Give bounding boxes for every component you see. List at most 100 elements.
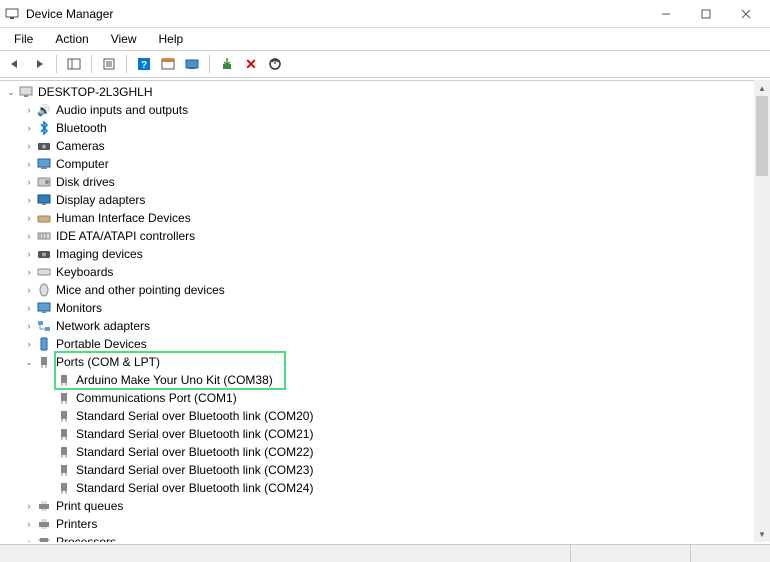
tree-category-printers[interactable]: › Printers (0, 515, 770, 533)
chevron-down-icon[interactable]: ⌄ (4, 85, 18, 99)
category-label: Disk drives (56, 175, 115, 189)
tree-category-printq[interactable]: › Print queues (0, 497, 770, 515)
statusbar (0, 544, 770, 562)
tree-category-ide[interactable]: › IDE ATA/ATAPI controllers (0, 227, 770, 245)
tree-category-network[interactable]: › Network adapters (0, 317, 770, 335)
tree-category-cameras[interactable]: › Cameras (0, 137, 770, 155)
statusbar-separator (570, 545, 690, 562)
port-icon (56, 409, 72, 423)
tree-device-bt22[interactable]: Standard Serial over Bluetooth link (COM… (0, 443, 770, 461)
printer-icon (36, 517, 52, 531)
chevron-right-icon[interactable]: › (22, 157, 36, 171)
device-label: Standard Serial over Bluetooth link (COM… (76, 445, 313, 459)
computer-icon (18, 85, 34, 99)
scroll-up-icon[interactable]: ▲ (754, 80, 770, 96)
chevron-right-icon[interactable]: › (22, 211, 36, 225)
tree-device-comm[interactable]: Communications Port (COM1) (0, 389, 770, 407)
printer-icon (36, 499, 52, 513)
chevron-right-icon[interactable]: › (22, 499, 36, 513)
tree-device-bt20[interactable]: Standard Serial over Bluetooth link (COM… (0, 407, 770, 425)
scroll-down-icon[interactable]: ▼ (754, 526, 770, 542)
tree-category-mice[interactable]: › Mice and other pointing devices (0, 281, 770, 299)
tree-category-display[interactable]: › Display adapters (0, 191, 770, 209)
tree-device-bt23[interactable]: Standard Serial over Bluetooth link (COM… (0, 461, 770, 479)
tree-root[interactable]: ⌄ DESKTOP-2L3GHLH (0, 83, 770, 101)
monitor-icon (36, 301, 52, 315)
tree-category-disk[interactable]: › Disk drives (0, 173, 770, 191)
chevron-down-icon[interactable]: ⌄ (22, 355, 36, 369)
device-tree[interactable]: ⌄ DESKTOP-2L3GHLH › 🔊 Audio inputs and o… (0, 80, 770, 542)
tree-root-label: DESKTOP-2L3GHLH (38, 85, 153, 99)
category-label: Display adapters (56, 193, 145, 207)
port-icon (56, 445, 72, 459)
maximize-button[interactable] (686, 2, 726, 26)
category-label: Print queues (56, 499, 123, 513)
chevron-right-icon[interactable]: › (22, 265, 36, 279)
close-button[interactable] (726, 2, 766, 26)
category-label: Monitors (56, 301, 102, 315)
tree-device-bt21[interactable]: Standard Serial over Bluetooth link (COM… (0, 425, 770, 443)
hid-icon (36, 211, 52, 225)
chevron-right-icon[interactable]: › (22, 319, 36, 333)
toolbar-separator (209, 55, 210, 73)
toolbar-separator (126, 55, 127, 73)
enable-button[interactable] (216, 53, 238, 75)
imaging-icon (36, 247, 52, 261)
show-hide-console-button[interactable] (63, 53, 85, 75)
chevron-right-icon[interactable]: › (22, 121, 36, 135)
update-driver-button[interactable] (264, 53, 286, 75)
category-label: Bluetooth (56, 121, 107, 135)
action-button[interactable] (157, 53, 179, 75)
chevron-right-icon[interactable]: › (22, 337, 36, 351)
tree-device-bt24[interactable]: Standard Serial over Bluetooth link (COM… (0, 479, 770, 497)
menu-view[interactable]: View (101, 30, 147, 48)
properties-button[interactable] (98, 53, 120, 75)
minimize-button[interactable] (646, 2, 686, 26)
tree-category-bluetooth[interactable]: › Bluetooth (0, 119, 770, 137)
chevron-right-icon[interactable]: › (22, 193, 36, 207)
chevron-right-icon[interactable]: › (22, 175, 36, 189)
toolbar: ? ✕ (0, 50, 770, 78)
chevron-right-icon[interactable]: › (22, 283, 36, 297)
chevron-right-icon[interactable]: › (22, 247, 36, 261)
category-label: Cameras (56, 139, 105, 153)
tree-category-computer[interactable]: › Computer (0, 155, 770, 173)
network-icon (36, 319, 52, 333)
mouse-icon (36, 283, 52, 297)
category-label: IDE ATA/ATAPI controllers (56, 229, 195, 243)
tree-category-imaging[interactable]: › Imaging devices (0, 245, 770, 263)
menu-help[interactable]: Help (149, 30, 194, 48)
tree-category-monitors[interactable]: › Monitors (0, 299, 770, 317)
chevron-right-icon[interactable]: › (22, 103, 36, 117)
tree-category-audio[interactable]: › 🔊 Audio inputs and outputs (0, 101, 770, 119)
chevron-right-icon[interactable]: › (22, 139, 36, 153)
toolbar-separator (91, 55, 92, 73)
svg-text:?: ? (141, 60, 147, 71)
category-label: Audio inputs and outputs (56, 103, 188, 117)
chevron-right-icon[interactable]: › (22, 301, 36, 315)
back-button[interactable] (4, 53, 26, 75)
vertical-scrollbar[interactable]: ▲ ▼ (754, 80, 770, 542)
display-icon (36, 193, 52, 207)
menubar: File Action View Help (0, 28, 770, 50)
chevron-right-icon[interactable]: › (22, 535, 36, 542)
toolbar-separator (56, 55, 57, 73)
chevron-right-icon[interactable]: › (22, 229, 36, 243)
category-label: Network adapters (56, 319, 150, 333)
uninstall-button[interactable]: ✕ (240, 53, 262, 75)
chevron-right-icon[interactable]: › (22, 517, 36, 531)
tree-category-hid[interactable]: › Human Interface Devices (0, 209, 770, 227)
help-button[interactable]: ? (133, 53, 155, 75)
menu-action[interactable]: Action (45, 30, 98, 48)
tree-category-processors[interactable]: › Processors (0, 533, 770, 542)
scan-hardware-button[interactable] (181, 53, 203, 75)
forward-button[interactable] (28, 53, 50, 75)
device-label: Communications Port (COM1) (76, 391, 237, 405)
disk-icon (36, 175, 52, 189)
scrollbar-thumb[interactable] (756, 96, 768, 176)
tree-category-keyboards[interactable]: › Keyboards (0, 263, 770, 281)
device-label: Standard Serial over Bluetooth link (COM… (76, 427, 313, 441)
device-label: Standard Serial over Bluetooth link (COM… (76, 463, 313, 477)
menu-file[interactable]: File (4, 30, 43, 48)
port-icon (56, 427, 72, 441)
